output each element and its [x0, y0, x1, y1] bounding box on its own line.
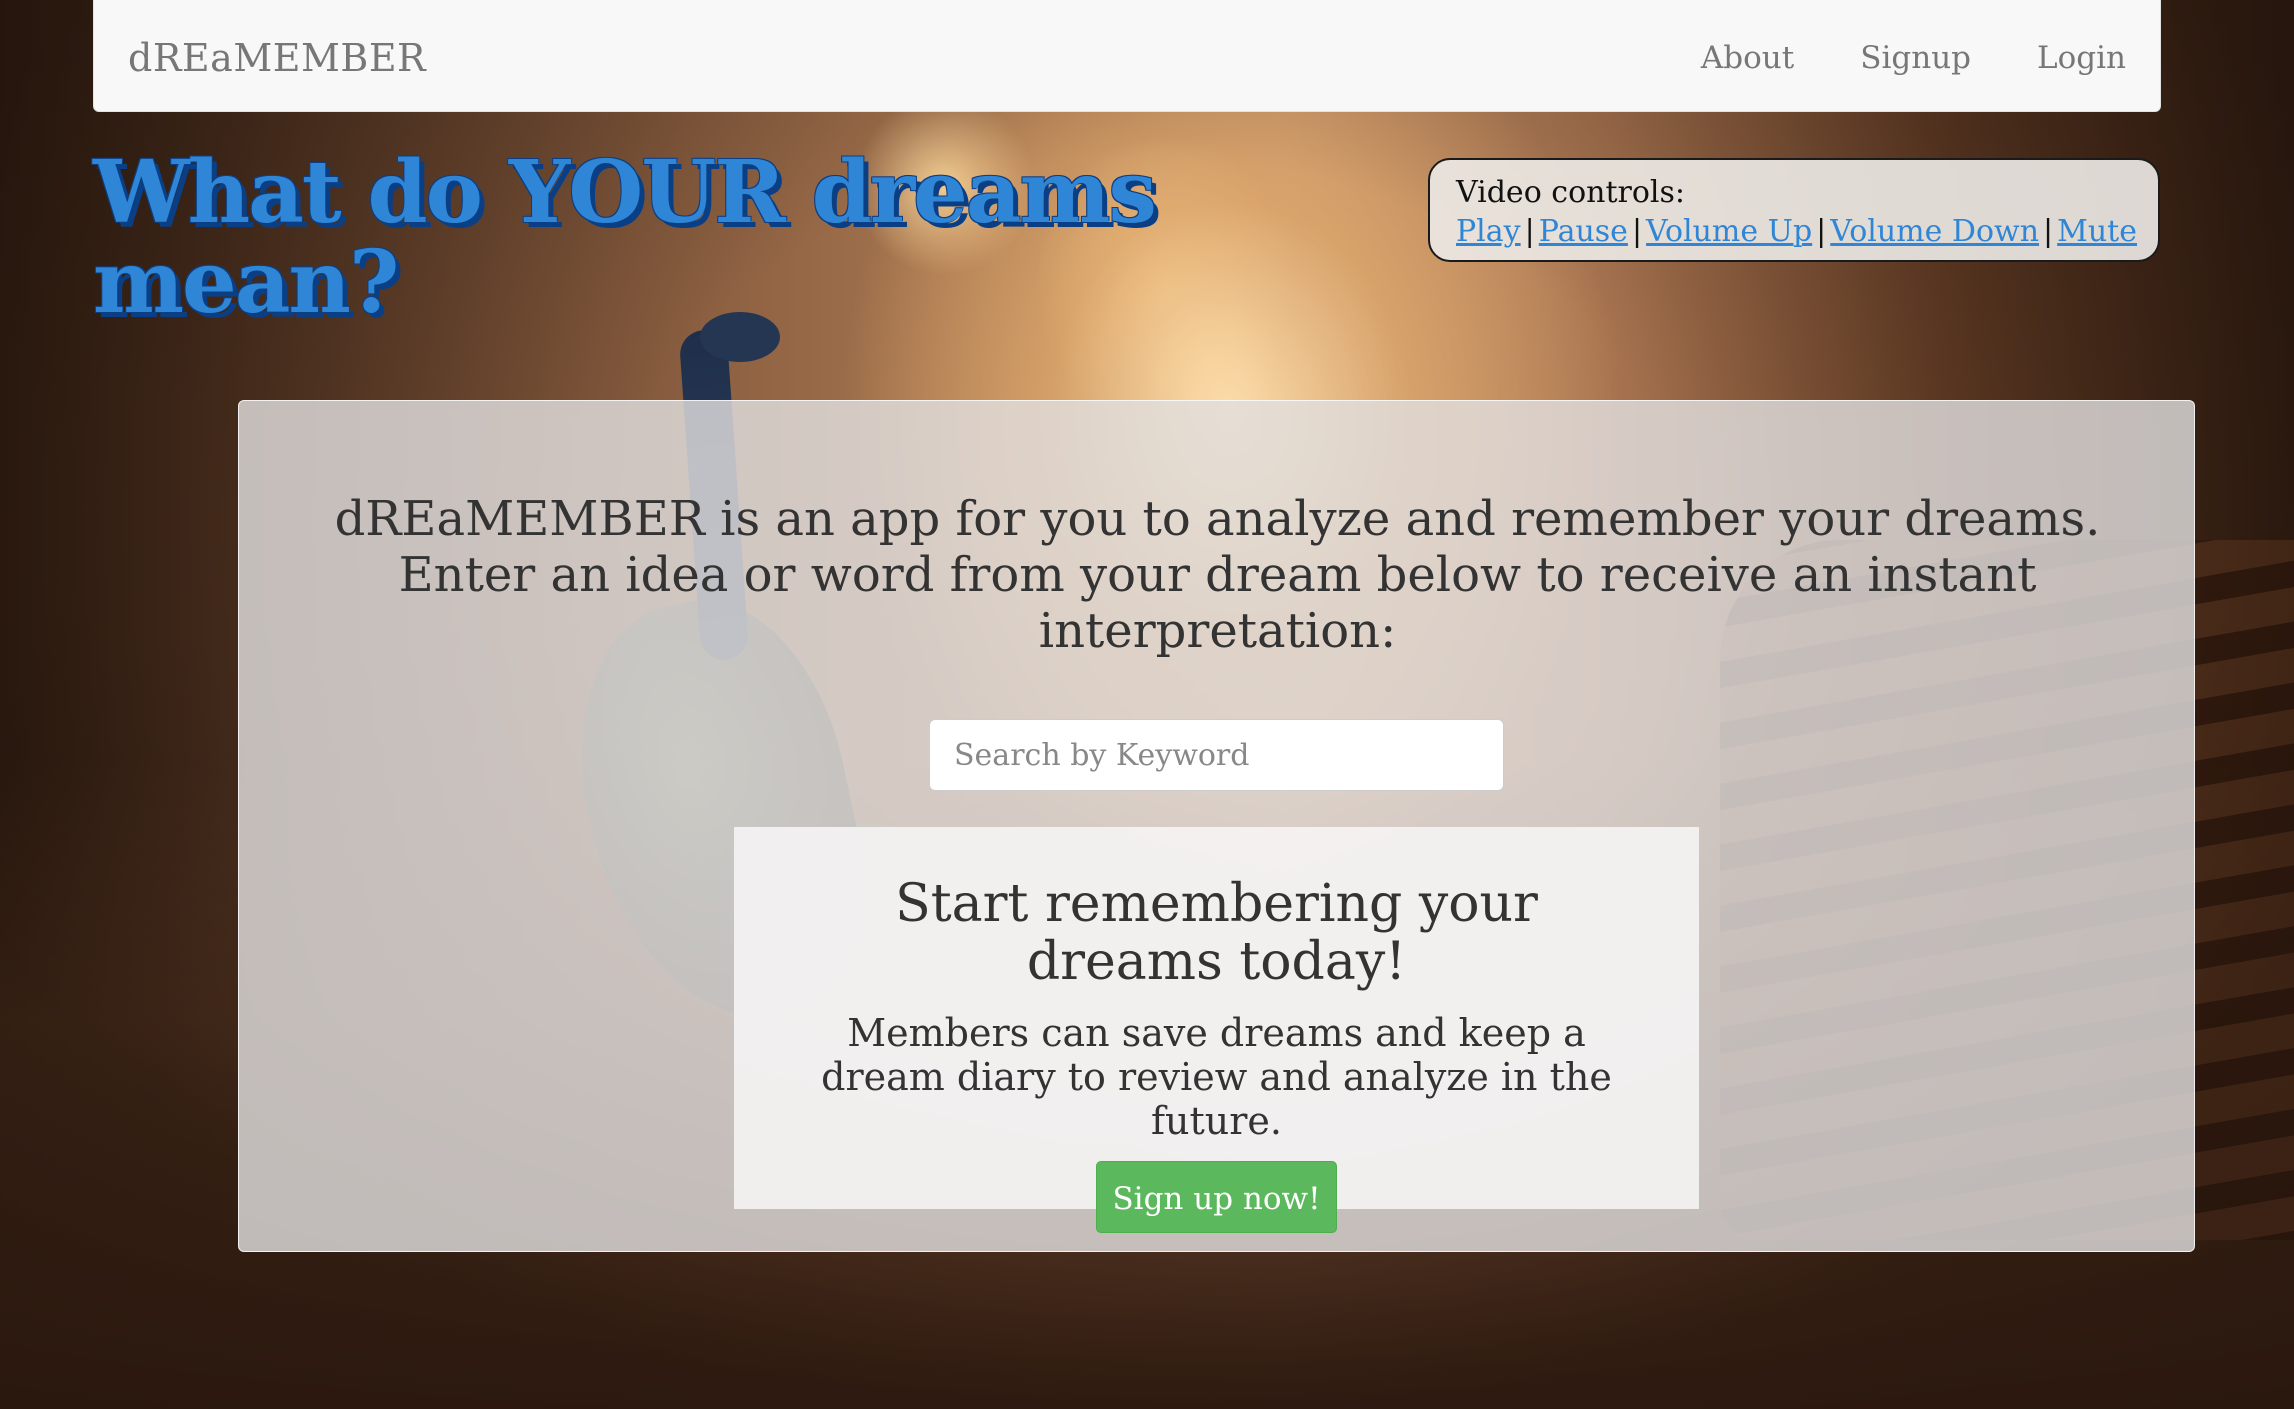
- separator: |: [2043, 214, 2054, 249]
- main-panel: dREaMEMBER is an app for you to analyze …: [238, 400, 2195, 1252]
- separator: |: [1816, 214, 1827, 249]
- navbar: dREaMEMBER About Signup Login: [93, 0, 2161, 112]
- volume-up-link[interactable]: Volume Up: [1646, 214, 1812, 249]
- keyword-search-input[interactable]: [929, 719, 1504, 791]
- volume-down-link[interactable]: Volume Down: [1830, 214, 2039, 249]
- nav-login-link[interactable]: Login: [2037, 40, 2126, 76]
- mute-link[interactable]: Mute: [2057, 214, 2137, 249]
- pause-link[interactable]: Pause: [1539, 214, 1628, 249]
- play-link[interactable]: Play: [1456, 214, 1521, 249]
- nav-about-link[interactable]: About: [1701, 40, 1794, 76]
- cta-text: Members can save dreams and keep a dream…: [821, 1011, 1612, 1143]
- video-controls-panel: Video controls: Play | Pause | Volume Up | Vol…: [1428, 158, 2160, 262]
- signup-cta-box: Start remembering your dreams today! Mem…: [734, 827, 1699, 1233]
- sign-up-now-button[interactable]: Sign up now!: [1096, 1161, 1337, 1233]
- nav-signup-link[interactable]: Signup: [1860, 40, 1971, 76]
- video-controls-links: Play | Pause | Volume Up | Volume Down | Mute: [1456, 212, 2137, 252]
- page-headline: What do YOUR dreams mean?: [93, 142, 1157, 333]
- intro-text: dREaMEMBER is an app for you to analyze …: [334, 491, 2101, 659]
- separator: |: [1631, 214, 1643, 249]
- cta-title: Start remembering your dreams today!: [895, 874, 1538, 992]
- video-controls-title: Video controls:: [1456, 175, 1686, 210]
- nav-links: About Signup Login: [1701, 40, 2126, 76]
- separator: |: [1524, 214, 1535, 249]
- brand-link[interactable]: dREaMEMBER: [128, 36, 426, 80]
